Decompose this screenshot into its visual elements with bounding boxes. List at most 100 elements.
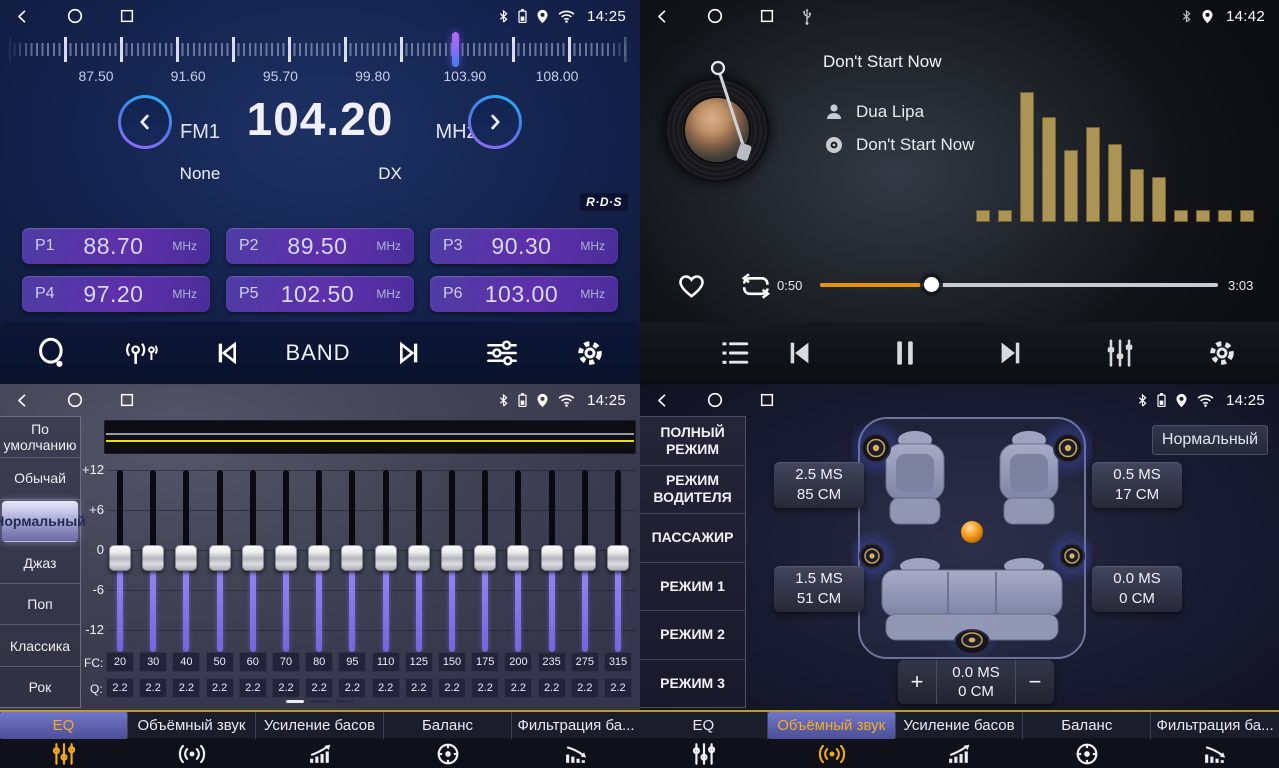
back-icon[interactable] [654, 8, 671, 25]
fc-value-15[interactable]: 275 [571, 652, 599, 672]
mode-item-1[interactable]: ПОЛНЫЙ РЕЖИМ [640, 417, 745, 466]
mode-item-5[interactable]: РЕЖИМ 2 [640, 611, 745, 660]
eq-band-slider-5[interactable] [242, 470, 264, 652]
eq-band-slider-14[interactable] [541, 470, 563, 652]
previous-station-button[interactable] [212, 337, 244, 369]
home-icon[interactable] [706, 391, 724, 409]
tune-down-button[interactable] [118, 95, 172, 149]
eq-band-slider-13[interactable] [507, 470, 529, 652]
slider-knob[interactable] [574, 545, 596, 571]
recents-icon[interactable] [759, 8, 775, 24]
fc-value-6[interactable]: 70 [272, 652, 300, 672]
back-icon[interactable] [654, 392, 671, 409]
eq-preset-item-1[interactable]: По умолчанию [0, 417, 80, 458]
eq-band-slider-8[interactable] [341, 470, 363, 652]
eq-band-slider-2[interactable] [142, 470, 164, 652]
fc-value-16[interactable]: 315 [604, 652, 632, 672]
slider-knob[interactable] [308, 545, 330, 571]
fc-value-1[interactable]: 20 [106, 652, 134, 672]
slider-knob[interactable] [441, 545, 463, 571]
settings-button[interactable] [574, 337, 606, 369]
q-value-7[interactable]: 2.2 [305, 678, 333, 698]
q-value-12[interactable]: 2.2 [471, 678, 499, 698]
fc-value-4[interactable]: 50 [206, 652, 234, 672]
next-track-button[interactable] [992, 338, 1028, 369]
q-value-11[interactable]: 2.2 [438, 678, 466, 698]
slider-knob[interactable] [607, 545, 629, 571]
slider-knob[interactable] [474, 545, 496, 571]
fc-value-11[interactable]: 150 [438, 652, 466, 672]
delay-increase-button[interactable]: + [898, 660, 936, 704]
tab-balance[interactable]: Баланс [384, 712, 512, 768]
eq-preset-item-7[interactable]: Рок [0, 667, 80, 707]
eq-band-slider-9[interactable] [375, 470, 397, 652]
mode-item-2[interactable]: РЕЖИМ ВОДИТЕЛЯ [640, 466, 745, 515]
slider-knob[interactable] [541, 545, 563, 571]
equalizer-button[interactable] [1103, 338, 1137, 369]
eq-band-slider-7[interactable] [308, 470, 330, 652]
settings-button[interactable] [1206, 337, 1238, 369]
tab-eq[interactable]: EQ [0, 712, 128, 768]
front-right-delay-button[interactable]: 0.5 MS 17 CM [1092, 462, 1182, 508]
preset-button-p3[interactable]: P390.30MHz [430, 228, 618, 264]
eq-preset-item-4[interactable]: Джаз [0, 543, 80, 584]
progress-knob[interactable] [924, 277, 939, 292]
progress-bar[interactable] [820, 283, 1218, 287]
tab-eq[interactable]: EQ [640, 712, 768, 768]
repeat-button[interactable] [733, 271, 773, 306]
recents-icon[interactable] [119, 392, 135, 408]
playlist-button[interactable] [719, 339, 751, 368]
q-value-8[interactable]: 2.2 [338, 678, 366, 698]
q-value-10[interactable]: 2.2 [405, 678, 433, 698]
frequency-dial[interactable]: 87.5091.6095.7099.80103.90108.00 [0, 32, 640, 82]
next-station-button[interactable] [392, 337, 424, 369]
home-icon[interactable] [706, 7, 724, 25]
previous-track-button[interactable] [782, 338, 818, 369]
front-left-delay-button[interactable]: 2.5 MS 85 CM [774, 462, 864, 508]
q-value-14[interactable]: 2.2 [538, 678, 566, 698]
tab-balance[interactable]: Баланс [1023, 712, 1151, 768]
slider-knob[interactable] [175, 545, 197, 571]
pause-button[interactable] [891, 338, 919, 369]
tab-filter[interactable]: Фильтрация ба... [1151, 712, 1279, 768]
preset-button-p1[interactable]: P188.70MHz [22, 228, 210, 264]
preset-button-p4[interactable]: P497.20MHz [22, 276, 210, 312]
eq-band-slider-12[interactable] [474, 470, 496, 652]
q-value-13[interactable]: 2.2 [504, 678, 532, 698]
eq-band-slider-11[interactable] [441, 470, 463, 652]
mode-item-3[interactable]: ПАССАЖИР [640, 514, 745, 563]
fc-value-10[interactable]: 125 [405, 652, 433, 672]
tab-bass-boost[interactable]: Усиление басов [896, 712, 1024, 768]
slider-knob[interactable] [275, 545, 297, 571]
band-button[interactable]: BAND [285, 340, 350, 366]
fc-value-12[interactable]: 175 [471, 652, 499, 672]
slider-knob[interactable] [242, 545, 264, 571]
back-icon[interactable] [14, 8, 31, 25]
q-value-3[interactable]: 2.2 [172, 678, 200, 698]
eq-band-slider-1[interactable] [109, 470, 131, 652]
q-value-9[interactable]: 2.2 [372, 678, 400, 698]
q-value-1[interactable]: 2.2 [106, 678, 134, 698]
eq-preset-item-3[interactable]: Нормальный [2, 501, 78, 542]
eq-band-slider-3[interactable] [175, 470, 197, 652]
eq-band-slider-10[interactable] [408, 470, 430, 652]
preset-button-p6[interactable]: P6103.00MHz [430, 276, 618, 312]
q-value-15[interactable]: 2.2 [571, 678, 599, 698]
eq-band-slider-16[interactable] [607, 470, 629, 652]
slider-knob[interactable] [341, 545, 363, 571]
tab-surround-sound[interactable]: Объёмный звук [768, 712, 896, 768]
slider-knob[interactable] [209, 545, 231, 571]
recents-icon[interactable] [759, 392, 775, 408]
eq-page-indicator[interactable] [0, 700, 640, 703]
home-icon[interactable] [66, 391, 84, 409]
recents-icon[interactable] [119, 8, 135, 24]
sound-profile-button[interactable]: Нормальный [1152, 425, 1268, 455]
q-value-4[interactable]: 2.2 [206, 678, 234, 698]
back-icon[interactable] [14, 392, 31, 409]
fc-value-13[interactable]: 200 [504, 652, 532, 672]
slider-knob[interactable] [408, 545, 430, 571]
fc-value-7[interactable]: 80 [305, 652, 333, 672]
rear-left-delay-button[interactable]: 1.5 MS 51 CM [774, 566, 864, 612]
eq-preset-item-6[interactable]: Классика [0, 625, 80, 666]
seek-scan-button[interactable] [37, 337, 67, 369]
